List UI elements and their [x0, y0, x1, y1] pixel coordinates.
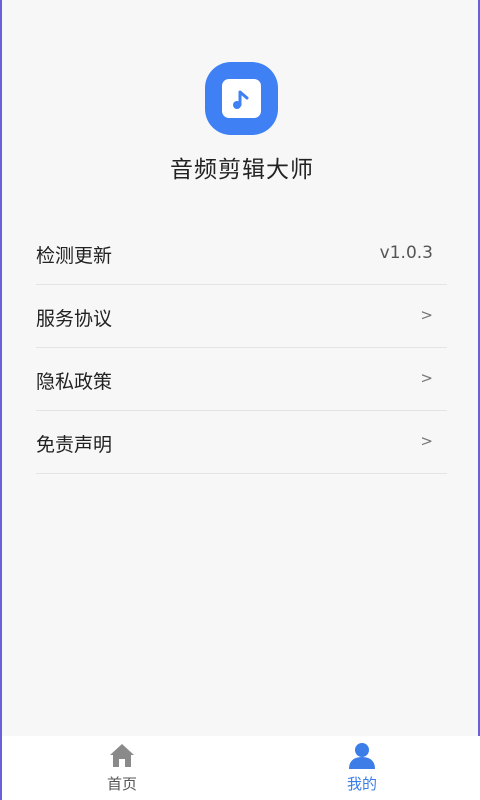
menu-item-privacy-policy[interactable]: 隐私政策 > [36, 348, 447, 411]
menu-item-label: 检测更新 [36, 245, 113, 267]
menu-item-check-update[interactable]: 检测更新 v1.0.3 [36, 222, 447, 285]
menu-item-label: 隐私政策 [36, 371, 113, 393]
bottom-tab-bar: 首页 我的 [2, 736, 480, 800]
chevron-right-icon: > [420, 369, 433, 387]
app-title: 音频剪辑大师 [170, 157, 314, 183]
chevron-right-icon: > [420, 306, 433, 324]
tab-label: 我的 [346, 775, 377, 793]
app-logo-icon [205, 62, 278, 135]
settings-menu: 检测更新 v1.0.3 服务协议 > 隐私政策 > 免责声明 > [36, 222, 447, 474]
menu-item-label: 免责声明 [36, 434, 113, 456]
tab-label: 首页 [106, 775, 137, 793]
screen: 音频剪辑大师 检测更新 v1.0.3 服务协议 > 隐私政策 > 免责声明 > … [0, 0, 480, 800]
person-icon [349, 743, 375, 769]
home-icon [110, 744, 134, 767]
chevron-right-icon: > [420, 432, 433, 450]
menu-item-label: 服务协议 [36, 308, 113, 330]
menu-item-service-agreement[interactable]: 服务协议 > [36, 285, 447, 348]
music-note-icon [233, 90, 249, 109]
menu-item-disclaimer[interactable]: 免责声明 > [36, 411, 447, 474]
version-text: v1.0.3 [379, 243, 433, 263]
tab-home[interactable]: 首页 [2, 736, 242, 800]
tab-mine[interactable]: 我的 [242, 736, 480, 800]
